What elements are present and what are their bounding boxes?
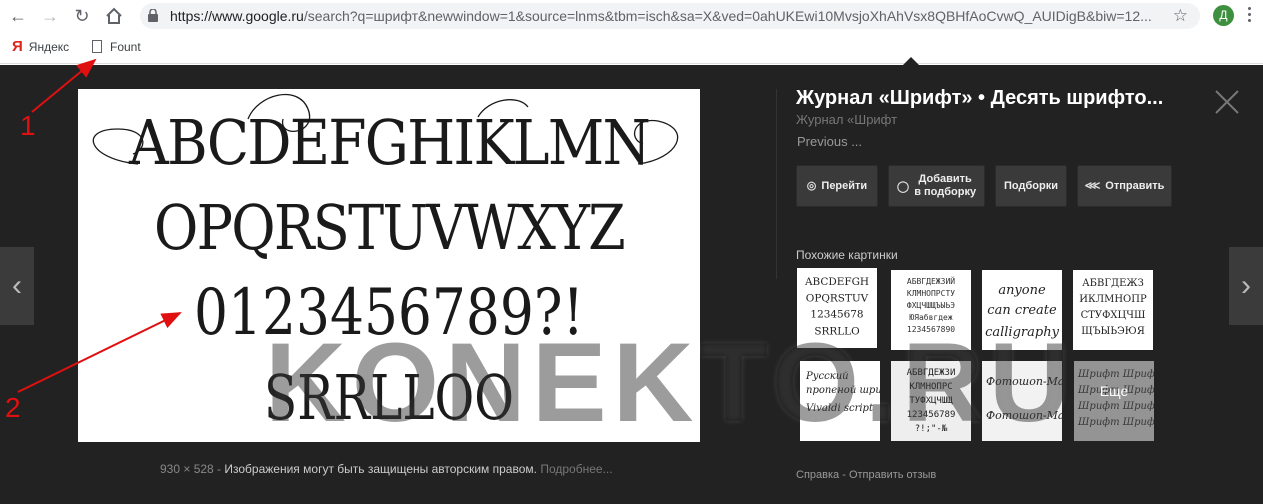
image-description: Previous ... [797, 134, 863, 149]
lock-icon [148, 9, 158, 22]
svg-text:OPQRSTUV: OPQRSTUV [806, 292, 869, 304]
annotation-number: 2 [5, 392, 21, 423]
svg-text:1234567890: 1234567890 [907, 325, 955, 334]
svg-text:АБВГДЕЖЗИЙ: АБВГДЕЖЗИЙ [907, 275, 955, 286]
more-images-button[interactable]: Еще [1074, 361, 1154, 421]
address-bar[interactable]: https://www.google.ru/search?q=шрифт&new… [140, 3, 1200, 29]
svg-text:ТУФХЦЧШЩ: ТУФХЦЧШЩ [909, 396, 953, 406]
url-text[interactable]: https://www.google.ru/search?q=шрифт&new… [170, 3, 1160, 29]
svg-text:Vivaldi script: Vivaldi script [806, 403, 874, 414]
annotation-number: 1 [20, 110, 36, 141]
svg-text:anyone: anyone [998, 283, 1046, 298]
viewer-pointer [903, 57, 919, 65]
svg-text:can create: can create [987, 303, 1057, 318]
similar-images-heading: Похожие картинки [796, 248, 898, 262]
svg-text:?!;"-№: ?!;"-№ [915, 424, 948, 434]
similar-thumbnail[interactable]: Русский пропеной шрифт Vivaldi script [800, 361, 880, 441]
svg-text:КЛМНОПРСТУ: КЛМНОПРСТУ [907, 289, 955, 298]
svg-text:ФХЦЧШЩЪЫЬЭ: ФХЦЧШЩЪЫЬЭ [907, 301, 955, 310]
specimen-line3: 0123456789?! [194, 276, 584, 350]
svg-text:АБВГДЕЖЗИ: АБВГДЕЖЗИ [907, 368, 956, 378]
avatar[interactable]: Д [1213, 5, 1234, 26]
image-source[interactable]: Журнал «Шрифт [796, 112, 897, 127]
svg-text:calligraphy: calligraphy [985, 325, 1059, 340]
svg-text:Русский: Русский [805, 371, 849, 382]
similar-thumbnail[interactable]: anyone can create calligraphy [982, 270, 1062, 350]
prev-image-arrow[interactable]: ‹ [0, 247, 34, 325]
menu-icon[interactable] [1244, 4, 1254, 28]
svg-text:КЛМНОПРС: КЛМНОПРС [909, 382, 952, 392]
close-icon[interactable] [1214, 89, 1240, 115]
font-specimen: ABCDEFGHIKLMN OPQRSTUVWXYZ 0123456789?! … [92, 93, 679, 434]
svg-text:СТУФХЦЧШ: СТУФХЦЧШ [1081, 310, 1146, 321]
bookmark-fount[interactable]: Fount [92, 32, 141, 62]
back-icon[interactable]: ← [6, 4, 30, 28]
forward-icon[interactable]: → [38, 4, 62, 28]
similar-thumbnail[interactable]: ABCDEFGH OPQRSTUV 12345678 SRRLLO [796, 267, 878, 349]
svg-text:12345678: 12345678 [810, 309, 863, 321]
bookmarks-bar: Я Яндекс Fount [0, 32, 1263, 64]
svg-text:Фотошоп-Маст: Фотошоп-Маст [986, 409, 1062, 422]
bookmark-icon: ◯ [896, 180, 910, 193]
svg-text:пропеной шрифт: пропеной шрифт [806, 385, 880, 396]
footer-links: Справка - Отправить отзыв [796, 469, 937, 481]
visit-button[interactable]: ◎ Перейти [796, 165, 878, 207]
svg-text:Фотошоп-Маст: Фотошоп-Маст [986, 375, 1062, 388]
share-icon: ⋘ [1084, 180, 1101, 193]
svg-text:123456789: 123456789 [907, 410, 956, 420]
image-viewer: ‹ › ABCDEFGHIKLMN OPQRSTUVWXYZ 012345678… [0, 57, 1263, 504]
reload-icon[interactable]: ↻ [70, 4, 94, 28]
panel-divider [776, 89, 777, 279]
svg-text:SRRLLO: SRRLLO [814, 326, 859, 338]
image-info: 930 × 528 - Изображения могут быть защищ… [160, 462, 613, 476]
specimen-line2: OPQRSTUVWXYZ [154, 191, 624, 264]
svg-text:ABCDEFGH: ABCDEFGH [804, 276, 869, 288]
svg-text:ИКЛМНОПР: ИКЛМНОПР [1079, 294, 1147, 305]
svg-text:ЩЪЫЬЭЮЯ: ЩЪЫЬЭЮЯ [1081, 326, 1145, 337]
image-title[interactable]: Журнал «Шрифт» • Десять шрифто... [796, 87, 1163, 110]
main-image[interactable]: ABCDEFGHIKLMN OPQRSTUVWXYZ 0123456789?! … [78, 89, 700, 442]
specimen-line4: SRRLLOO [264, 361, 514, 434]
similar-thumbnail[interactable]: Фотошоп-Маст Фотошоп-Маст [982, 361, 1062, 441]
svg-text:АБВГДЕЖЗ: АБВГДЕЖЗ [1082, 278, 1144, 289]
collections-button[interactable]: Подборки [995, 165, 1067, 207]
specimen-line1: ABCDEFGHIKLMN [128, 106, 649, 179]
add-to-collection-button[interactable]: ◯ Добавить в подборку [888, 165, 985, 207]
feedback-link[interactable]: Отправить отзыв [849, 469, 936, 481]
yandex-icon: Я [12, 38, 23, 55]
next-image-arrow[interactable]: › [1229, 247, 1263, 325]
more-info-link[interactable]: Подробнее... [540, 462, 612, 476]
share-button[interactable]: ⋘ Отправить [1077, 165, 1172, 207]
document-icon [92, 40, 102, 53]
similar-thumbnail[interactable]: АБВГДЕЖЗИЙ КЛМНОПРСТУ ФХЦЧШЩЪЫЬЭ ЮЯабвгдеж 1… [891, 270, 971, 350]
help-link[interactable]: Справка [796, 469, 839, 481]
similar-thumbnail[interactable]: АБВГДЕЖЗ ИКЛМНОПР СТУФХЦЧШ ЩЪЫЬЭЮЯ [1073, 270, 1153, 350]
svg-text:ЮЯабвгдеж: ЮЯабвгдеж [909, 312, 953, 322]
globe-icon: ◎ [806, 180, 817, 193]
similar-thumbnail[interactable]: АБВГДЕЖЗИ КЛМНОПРС ТУФХЦЧШЩ 123456789 ?!;"-№ [891, 361, 971, 441]
browser-toolbar: ← → ↻ https://www.google.ru/search?q=шри… [0, 0, 1263, 32]
star-icon[interactable]: ☆ [1173, 4, 1188, 28]
home-icon[interactable] [102, 4, 126, 28]
bookmark-yandex[interactable]: Я Яндекс [12, 32, 69, 62]
